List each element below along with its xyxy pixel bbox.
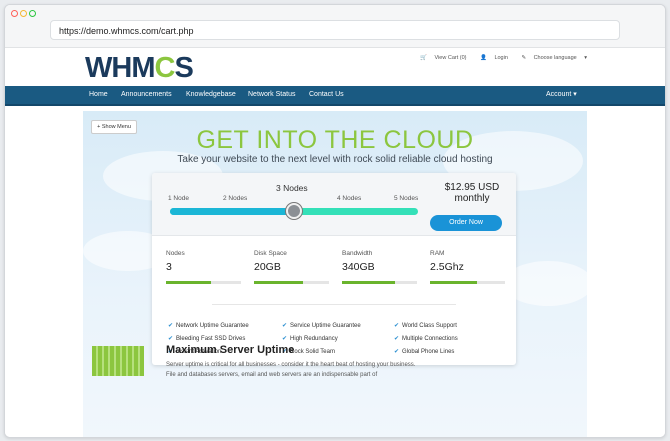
spec-bar-fill bbox=[166, 281, 211, 284]
browser-window: https://demo.whmcs.com/cart.php WHMCS 🛒 … bbox=[4, 4, 666, 438]
spec-bar bbox=[430, 281, 505, 284]
slider-label-1-node[interactable]: 1 Node bbox=[168, 195, 189, 202]
caret-down-icon: ▾ bbox=[573, 91, 577, 98]
address-bar[interactable]: https://demo.whmcs.com/cart.php bbox=[50, 20, 620, 40]
close-window-icon[interactable] bbox=[11, 10, 18, 17]
feature-label: World Class Support bbox=[402, 323, 457, 329]
pricing-card: 1 Node 2 Nodes 3 Nodes 4 Nodes 5 Nodes $… bbox=[152, 173, 516, 365]
spec-bar bbox=[166, 281, 241, 284]
price-period: monthly bbox=[454, 193, 490, 204]
nav-contact-us[interactable]: Contact Us bbox=[309, 86, 344, 104]
feature-item: ✔ Service Uptime Guarantee bbox=[282, 322, 361, 329]
spec-ram: RAM 2.5Ghz bbox=[430, 250, 505, 284]
minimize-window-icon[interactable] bbox=[20, 10, 27, 17]
feature-label: Bleeding Fast SSD Drives bbox=[176, 336, 246, 342]
feature-block-title: Maximum Server Uptime bbox=[166, 344, 295, 356]
card-divider bbox=[212, 304, 456, 305]
user-icon: 👤 bbox=[480, 55, 487, 61]
check-icon: ✔ bbox=[282, 336, 288, 342]
slider-label-4-nodes[interactable]: 4 Nodes bbox=[337, 195, 361, 202]
slider-label-5-nodes[interactable]: 5 Nodes bbox=[394, 195, 418, 202]
price-display: $12.95 USD monthly bbox=[432, 182, 512, 204]
slider-label-2-nodes[interactable]: 2 Nodes bbox=[223, 195, 247, 202]
cart-icon: 🛒 bbox=[420, 55, 427, 61]
node-slider-area: 1 Node 2 Nodes 3 Nodes 4 Nodes 5 Nodes $… bbox=[152, 173, 516, 236]
logo-text-start: WHM bbox=[85, 52, 155, 84]
check-icon: ✔ bbox=[168, 336, 174, 342]
price-amount: $12.95 USD bbox=[444, 182, 500, 193]
login-label: Login bbox=[494, 55, 508, 61]
slider-track-fill bbox=[170, 208, 294, 215]
feature-item: ✔ Bleeding Fast SSD Drives bbox=[168, 335, 245, 342]
slider-handle[interactable] bbox=[286, 203, 302, 219]
spec-bar-fill bbox=[430, 281, 477, 284]
spec-bar-fill bbox=[254, 281, 303, 284]
spec-name: Bandwidth bbox=[342, 250, 373, 257]
spec-name: Nodes bbox=[166, 250, 185, 257]
logo-gear: C bbox=[154, 52, 175, 84]
caret-down-icon: ▾ bbox=[584, 55, 587, 61]
view-cart-link[interactable]: 🛒 View Cart (0) bbox=[414, 55, 466, 61]
main-navbar: Home Announcements Knowledgebase Network… bbox=[5, 86, 665, 106]
top-links: 🛒 View Cart (0) 👤 Login ✎ Choose languag… bbox=[408, 55, 587, 61]
maximize-window-icon[interactable] bbox=[29, 10, 36, 17]
spec-value: 340GB bbox=[342, 261, 375, 273]
feature-item: ✔ High Redundancy bbox=[282, 335, 338, 342]
spec-disk-space: Disk Space 20GB bbox=[254, 250, 329, 284]
nav-account[interactable]: Account ▾ bbox=[546, 86, 577, 104]
check-icon: ✔ bbox=[394, 323, 400, 329]
spec-bar bbox=[342, 281, 417, 284]
nav-knowledgebase[interactable]: Knowledgebase bbox=[186, 86, 236, 104]
check-icon: ✔ bbox=[394, 349, 400, 355]
spec-value: 20GB bbox=[254, 261, 281, 273]
whmcs-logo[interactable]: WHMCS bbox=[85, 52, 194, 84]
feature-item: ✔ Global Phone Lines bbox=[394, 348, 454, 355]
feature-label: Multiple Connections bbox=[402, 336, 458, 342]
logo-text-end: S bbox=[174, 52, 193, 84]
feature-label: High Redundancy bbox=[290, 336, 338, 342]
browser-chrome: https://demo.whmcs.com/cart.php bbox=[5, 5, 665, 48]
feature-label: Network Uptime Guarantee bbox=[176, 323, 249, 329]
spec-bar-fill bbox=[342, 281, 395, 284]
feature-item: ✔ Multiple Connections bbox=[394, 335, 458, 342]
language-dropdown[interactable]: ✎ Choose language ▾ bbox=[515, 55, 587, 61]
login-link[interactable]: 👤 Login bbox=[474, 55, 508, 61]
spec-value: 2.5Ghz bbox=[430, 261, 464, 273]
nav-home[interactable]: Home bbox=[89, 86, 108, 104]
feature-block-text: Server uptime is critical for all busine… bbox=[166, 362, 416, 378]
hero-title: GET INTO THE CLOUD bbox=[196, 126, 474, 154]
spec-nodes: Nodes 3 bbox=[166, 250, 241, 284]
language-label: Choose language bbox=[533, 55, 577, 61]
check-icon: ✔ bbox=[282, 323, 288, 329]
server-rack-image bbox=[92, 346, 144, 376]
spec-value: 3 bbox=[166, 261, 172, 273]
spec-name: RAM bbox=[430, 250, 445, 257]
feature-item: ✔ World Class Support bbox=[394, 322, 457, 329]
nav-announcements[interactable]: Announcements bbox=[121, 86, 172, 104]
web-page: WHMCS 🛒 View Cart (0) 👤 Login ✎ Choose l… bbox=[5, 48, 665, 437]
language-icon: ✎ bbox=[521, 55, 527, 61]
feature-label: Rock Solid Team bbox=[290, 349, 335, 355]
feature-item: ✔ Network Uptime Guarantee bbox=[168, 322, 249, 329]
check-icon: ✔ bbox=[394, 336, 400, 342]
slider-label-3-nodes[interactable]: 3 Nodes bbox=[276, 183, 308, 193]
cloud-shape bbox=[503, 261, 593, 306]
check-icon: ✔ bbox=[168, 323, 174, 329]
feature-label: Global Phone Lines bbox=[402, 349, 455, 355]
nav-account-label: Account bbox=[546, 91, 572, 98]
cloud-hero: + Show Menu GET INTO THE CLOUD Take your… bbox=[83, 111, 593, 437]
nav-network-status[interactable]: Network Status bbox=[248, 86, 295, 104]
feature-label: Service Uptime Guarantee bbox=[290, 323, 361, 329]
spec-name: Disk Space bbox=[254, 250, 287, 257]
spec-bandwidth: Bandwidth 340GB bbox=[342, 250, 417, 284]
order-now-button[interactable]: Order Now bbox=[430, 215, 502, 231]
view-cart-label: View Cart (0) bbox=[434, 55, 467, 61]
hero-subtitle: Take your website to the next level with… bbox=[177, 154, 493, 165]
spec-bar bbox=[254, 281, 329, 284]
